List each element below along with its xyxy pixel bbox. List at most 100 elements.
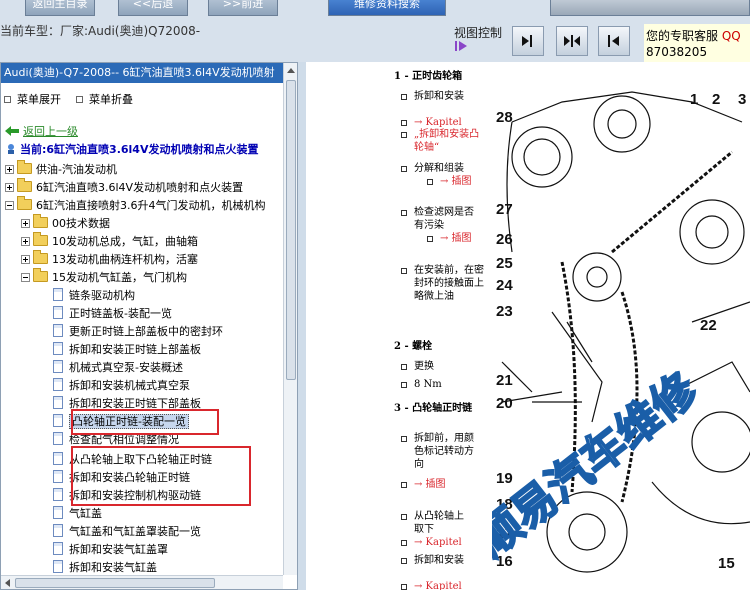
folder-icon <box>33 232 48 246</box>
tree-leaf[interactable]: 正时链盖板-装配一览 <box>53 305 172 323</box>
legend-text: 拆卸和安装 <box>401 90 474 103</box>
callout-21: 21 <box>496 372 513 389</box>
scroll-thumb[interactable] <box>286 80 296 380</box>
folder-icon <box>17 160 32 174</box>
document-icon <box>53 524 63 537</box>
top-right-button[interactable] <box>550 0 750 16</box>
back-arrow-icon <box>5 126 19 136</box>
legend-link[interactable]: → Kapitel <box>401 580 482 590</box>
tree-leaf[interactable]: 拆卸和安装气缸盖罩 <box>53 541 168 559</box>
tree-node[interactable]: 00技术数据 <box>21 214 110 233</box>
customer-service-box[interactable]: 您的专职客服 QQ 87038205 <box>644 24 750 62</box>
expand-plus-icon[interactable] <box>21 255 30 264</box>
current-model: 当前车型：厂家:Audi(奥迪)Q72008- <box>0 24 201 38</box>
document-icon <box>53 560 63 573</box>
folder-open-icon <box>33 268 48 282</box>
expand-all-button[interactable]: 菜单展开 <box>4 91 61 107</box>
tree-node[interactable]: 15发动机气缸盖，气门机构 <box>21 268 187 287</box>
callout-19: 19 <box>496 470 513 487</box>
tree-leaf[interactable]: 气缸盖 <box>53 505 102 523</box>
tree-leaf[interactable]: 更新正时链上部盖板中的密封环 <box>53 323 223 341</box>
home-button[interactable]: 返回主目录 <box>25 0 95 16</box>
tree-node[interactable]: 10发动机总成，气缸，曲轴箱 <box>21 232 198 251</box>
legend-heading: 2 - 螺栓 <box>394 341 433 352</box>
left-tree-pane: Audi(奥迪)-Q7-2008-- 6缸汽油直喷3.6l4V发动机喷射 菜单展… <box>0 62 298 590</box>
tree-leaf[interactable]: 气缸盖和气缸盖罩装配一览 <box>53 523 201 541</box>
legend-link[interactable]: → 插图 <box>401 478 474 491</box>
watermark-text: 顺易汽车维修 <box>492 363 708 566</box>
folder-icon <box>33 250 48 264</box>
document-icon <box>53 342 63 355</box>
tree-node[interactable]: 6缸汽油直喷3.6l4V发动机喷射和点火装置 <box>5 178 243 197</box>
callout-26: 26 <box>496 231 513 248</box>
qq-number: 87038205 <box>646 45 708 59</box>
top-toolbar: 返回主目录 <<后退 >>前进 维修资料搜索 当前车型：厂家:Audi(奥迪)Q… <box>0 0 750 62</box>
expand-plus-icon[interactable] <box>5 183 14 192</box>
collapse-minus-icon[interactable] <box>21 273 30 282</box>
tree-leaf[interactable]: 拆卸和安装正时链上部盖板 <box>53 341 201 359</box>
tree-node[interactable]: 6缸汽油直接喷射3.6升4气门发动机，机械机构 <box>5 196 266 215</box>
legend-heading: 3 - 凸轮轴正时链 <box>394 403 473 414</box>
split-arrows-icon <box>564 35 580 47</box>
document-icon <box>53 288 63 301</box>
legend-text: 更换 <box>401 360 474 373</box>
tree-leaf[interactable]: 拆卸和安装机械式真空泵 <box>53 377 190 395</box>
document-icon <box>53 470 63 483</box>
vertical-scrollbar[interactable] <box>283 63 297 575</box>
back-button[interactable]: <<后退 <box>118 0 188 16</box>
timing-chain-diagram: 28 27 26 25 24 23 21 20 19 18 17 16 1 2 … <box>492 91 750 573</box>
legend-link[interactable]: → 插图 <box>427 232 500 245</box>
document-icon <box>53 432 63 445</box>
qq-link[interactable]: QQ <box>722 29 741 43</box>
document-icon <box>53 306 63 319</box>
legend-text: 在安装前，在密封环的接触面上略微上油 <box>401 265 484 302</box>
highlight-box <box>71 446 251 506</box>
tree-leaf[interactable]: 拆卸和安装气缸盖 <box>53 559 157 575</box>
callout-23: 23 <box>496 303 513 320</box>
forward-button[interactable]: >>前进 <box>208 0 278 16</box>
callout-15: 15 <box>718 555 735 572</box>
tree-leaf[interactable]: 链条驱动机构 <box>53 287 135 305</box>
document-icon <box>53 542 63 555</box>
arrow-right-bar-icon <box>522 35 532 47</box>
tree-node[interactable]: 供油-汽油发动机 <box>5 160 117 179</box>
callout-24: 24 <box>496 277 513 294</box>
view-expand-left-button[interactable] <box>598 26 630 56</box>
legend-text: 从凸轮轴上取下 <box>401 510 472 536</box>
legend-text: 拆卸和安装 <box>401 554 472 567</box>
document-icon <box>53 324 63 337</box>
customer-service-label: 您的专职客服 <box>646 29 719 43</box>
collapse-minus-icon[interactable] <box>5 201 14 210</box>
scroll-left-icon[interactable] <box>5 579 10 587</box>
view-expand-right-button[interactable] <box>512 26 544 56</box>
view-split-button[interactable] <box>556 26 588 56</box>
legend-link[interactable]: → Kapitel <box>401 536 482 549</box>
collapse-icon <box>76 96 83 103</box>
horizontal-scrollbar[interactable] <box>1 575 283 589</box>
document-icon <box>53 378 63 391</box>
collapse-all-button[interactable]: 菜单折叠 <box>76 91 133 107</box>
current-node-icon <box>8 144 14 154</box>
document-icon <box>53 488 63 501</box>
legend-link[interactable]: → 插图 <box>427 175 500 188</box>
expand-plus-icon[interactable] <box>5 165 14 174</box>
legend-link[interactable]: „拆卸和安装凸轮轴“ <box>401 128 482 154</box>
legend-heading: 1 - 正时齿轮箱 <box>394 71 463 82</box>
search-button[interactable]: 维修资料搜索 <box>328 0 446 16</box>
legend-text: 8 Nm <box>401 378 474 391</box>
tree-leaf[interactable]: 机械式真空泵-安装概述 <box>53 359 183 377</box>
callout-3: 3 <box>738 91 746 108</box>
tree-node[interactable]: 13发动机曲柄连杆机构，活塞 <box>21 250 198 269</box>
folder-icon <box>33 214 48 228</box>
folder-icon <box>17 178 32 192</box>
view-control-label: 视图控制 <box>454 26 503 40</box>
expand-plus-icon[interactable] <box>21 219 30 228</box>
back-link[interactable]: 返回上一级 <box>5 123 78 141</box>
scroll-up-icon[interactable] <box>287 68 295 73</box>
arrow-left-bar-icon <box>608 35 619 47</box>
path-bar: Audi(奥迪)-Q7-2008-- 6缸汽油直喷3.6l4V发动机喷射 <box>1 63 297 83</box>
highlight-box <box>71 409 219 435</box>
expand-plus-icon[interactable] <box>21 237 30 246</box>
scroll-thumb[interactable] <box>15 578 215 588</box>
legend-text: 拆卸前，用颜色标记转动方向 <box>401 432 480 471</box>
